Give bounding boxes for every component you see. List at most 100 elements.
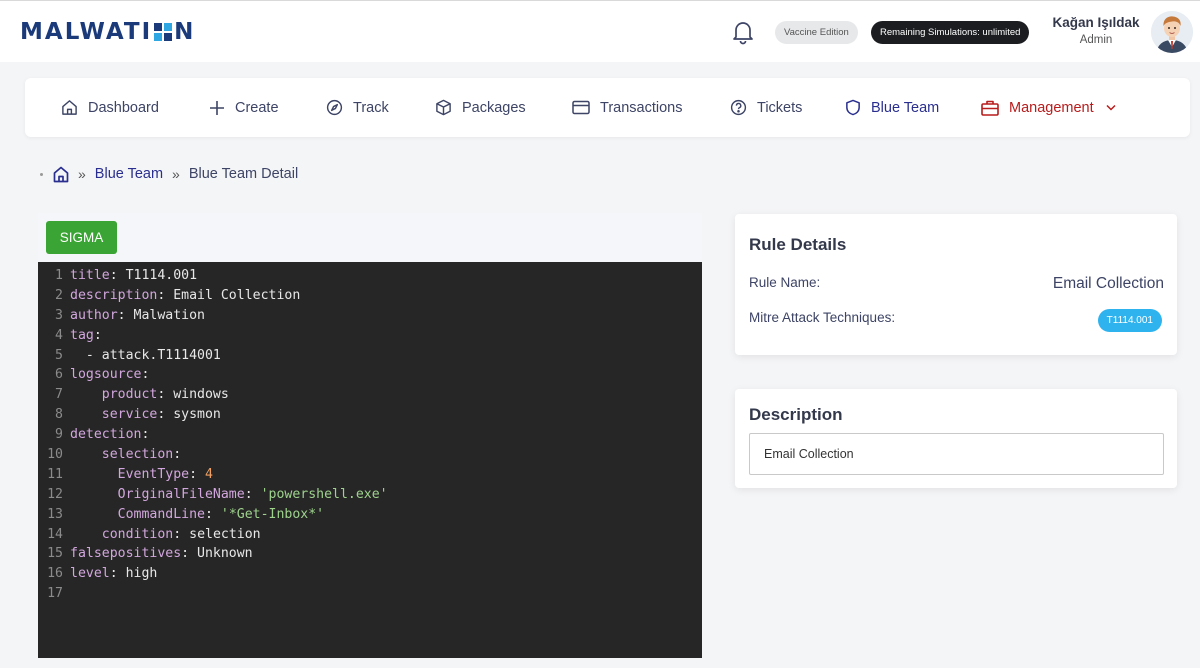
nav-transactions[interactable]: Transactions [572, 78, 682, 137]
logo-text-end: N [174, 19, 196, 45]
code-line: 16 level: high [38, 564, 702, 584]
line-number: 9 [55, 427, 63, 443]
nav-packages[interactable]: Packages [435, 78, 526, 137]
help-circle-icon [730, 99, 747, 116]
simulations-badge: Remaining Simulations: unlimited [871, 21, 1030, 44]
description-title: Description [749, 405, 843, 424]
yaml-key: selection [101, 447, 174, 463]
yaml-value: Email Collection [173, 287, 301, 303]
code-line: 13 CommandLine: '*Get-Inbox*' [38, 505, 702, 525]
description-field[interactable]: Email Collection [749, 433, 1164, 475]
user-avatar[interactable] [1151, 11, 1193, 53]
malwation-logo[interactable]: MALWATI N [20, 18, 195, 46]
compass-icon [326, 99, 343, 116]
yaml-key: product [101, 387, 158, 403]
line-number: 13 [47, 506, 63, 522]
nav-blue-team[interactable]: Blue Team [845, 78, 939, 137]
breadcrumb-current: Blue Team Detail [188, 166, 299, 182]
code-line: 5 - attack.T1114001 [38, 346, 702, 366]
code-content: condition: selection [70, 525, 261, 545]
box-icon [436, 99, 451, 116]
nav-track[interactable]: Track [326, 78, 389, 137]
edition-badge: Vaccine Edition [775, 21, 858, 44]
yaml-value: - attack.T1114001 [85, 347, 221, 363]
nav-management[interactable]: Management [981, 78, 1116, 137]
sigma-tab-button[interactable]: SIGMA [46, 221, 117, 254]
code-line: 4 tag: [38, 326, 702, 346]
code-content: detection: [70, 427, 158, 443]
code-content: product: windows [70, 385, 229, 405]
mitre-label: Mitre Attack Techniques: [749, 310, 896, 325]
code-content: level: high [70, 566, 158, 582]
breadcrumb-blue-team-link[interactable]: Blue Team [95, 166, 163, 182]
yaml-value: 4 [205, 466, 213, 482]
yaml-key: condition [101, 526, 174, 542]
rule-details-card: Rule Details Rule Name: Email Collection… [735, 214, 1177, 355]
code-content: description: Email Collection [70, 287, 301, 303]
code-line: 8 service: sysmon [38, 405, 702, 425]
code-content: selection: [70, 445, 189, 465]
user-role: Admin [1079, 34, 1113, 46]
sigma-editor-panel: SIGMA 1 title: T1114.001 2 description: Ema… [38, 213, 702, 658]
line-number: 14 [47, 526, 63, 542]
nav-dashboard-label: Dashboard [88, 99, 159, 116]
mitre-technique-badge[interactable]: T1114.001 [1097, 309, 1162, 332]
editor-toolbar: SIGMA [38, 213, 702, 262]
nav-transactions-label: Transactions [600, 99, 683, 116]
line-number: 4 [55, 327, 63, 343]
yaml-value: high [125, 566, 158, 582]
code-editor[interactable]: 1 title: T1114.001 2 description: Email Col… [38, 262, 702, 658]
code-content: title: T1114.001 [70, 268, 198, 283]
code-content: tag: [70, 327, 110, 343]
line-number: 15 [47, 546, 63, 562]
code-content: - attack.T1114001 [70, 346, 221, 366]
code-content: EventType: 4 [70, 465, 213, 485]
breadcrumb-dot [40, 172, 43, 176]
credit-card-icon [572, 100, 590, 115]
rule-name-label: Rule Name: [749, 275, 821, 290]
yaml-key: title [70, 268, 110, 283]
description-card: Description Email Collection [735, 389, 1177, 488]
main-nav: Dashboard Create Track Packages Transact… [25, 78, 1190, 137]
line-number: 3 [55, 307, 63, 323]
nav-tickets-label: Tickets [757, 99, 803, 116]
breadcrumb: » Blue Team » Blue Team Detail [40, 162, 298, 186]
home-icon[interactable] [53, 166, 69, 183]
yaml-key: level [70, 566, 110, 582]
nav-create[interactable]: Create [209, 78, 279, 137]
nav-blue-team-label: Blue Team [871, 99, 940, 116]
yaml-key: falsepositives [70, 546, 182, 562]
yaml-key: CommandLine [117, 506, 205, 522]
yaml-key: tag [70, 327, 94, 343]
line-number: 6 [55, 367, 63, 383]
code-content: CommandLine: '*Get-Inbox*' [70, 505, 324, 525]
nav-management-label: Management [1009, 99, 1094, 116]
code-line: 7 product: windows [38, 385, 702, 405]
home-icon [62, 100, 77, 115]
yaml-key: detection [70, 427, 142, 443]
yaml-value: Unknown [197, 546, 253, 562]
line-number: 1 [55, 268, 63, 283]
nav-tickets[interactable]: Tickets [730, 78, 802, 137]
yaml-key: logsource [70, 367, 142, 383]
logo-mark-icon [154, 23, 173, 41]
yaml-key: service [101, 407, 158, 423]
line-number: 11 [47, 466, 63, 482]
chevron-down-icon [1106, 104, 1116, 111]
code-content: logsource: [70, 367, 158, 383]
nav-dashboard[interactable]: Dashboard [61, 78, 159, 137]
rule-details-title: Rule Details [749, 235, 847, 254]
yaml-key: EventType [117, 466, 190, 482]
bell-icon[interactable] [731, 19, 755, 45]
top-header: MALWATI N Vaccine Edition Remaining Simu… [0, 0, 1200, 62]
user-info[interactable]: Kağan Işıldak Admin [1040, 15, 1152, 46]
yaml-value: 'powershell.exe' [260, 486, 388, 502]
code-line: 10 selection: [38, 445, 702, 465]
code-line: 9 detection: [38, 425, 702, 445]
